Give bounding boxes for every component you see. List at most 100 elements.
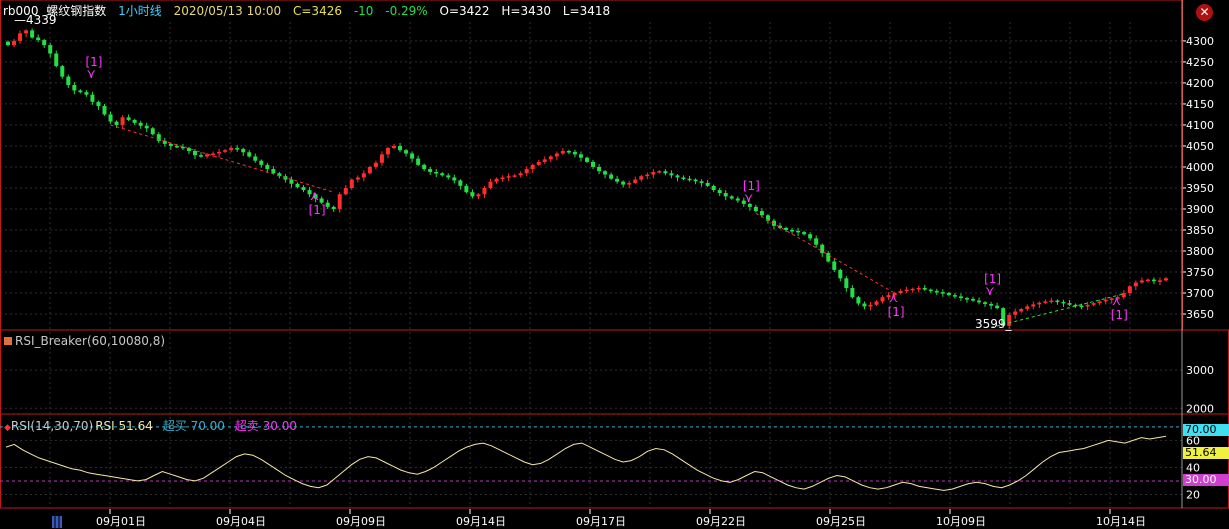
candle-body	[440, 173, 445, 176]
candle-body	[1139, 280, 1144, 283]
x-tick-label: 10月09日	[936, 515, 986, 528]
candle-body	[983, 302, 988, 304]
candle-body	[174, 145, 179, 148]
candle-body	[500, 177, 505, 179]
candle-body	[48, 45, 53, 54]
x-tick-label: 09月04日	[216, 515, 266, 528]
oversold-value: 30.00	[262, 419, 297, 433]
candle-body	[1164, 278, 1168, 281]
candle-body	[723, 193, 728, 197]
candle-body	[6, 41, 10, 46]
candle-body	[916, 287, 921, 290]
candle-body	[687, 178, 692, 181]
candle-body	[446, 175, 451, 178]
candle-body	[946, 293, 951, 296]
candle-body	[343, 187, 348, 195]
candle-body	[717, 190, 722, 194]
candle-body	[192, 150, 197, 156]
candle-body	[331, 206, 336, 209]
candle-body	[180, 146, 185, 149]
candle-body	[108, 114, 113, 122]
candle-body	[410, 153, 415, 159]
signal-label: [1]	[309, 203, 326, 217]
candle-body	[114, 121, 119, 125]
candle-body	[977, 300, 982, 303]
candle-body	[1103, 299, 1108, 302]
candle-body	[102, 106, 107, 115]
close-chart-icon[interactable]: ✕	[1196, 4, 1213, 21]
signal-arrow-down-icon: ⋎	[744, 191, 754, 206]
candle-body	[1079, 305, 1084, 308]
candle-body	[784, 227, 789, 230]
candle-body	[476, 194, 481, 197]
candle-body	[42, 40, 47, 46]
y-tick-label: 3000	[1186, 364, 1214, 377]
header-open: O=3422	[439, 4, 490, 18]
signal-arrow-down-icon: ⋎	[86, 67, 96, 82]
candle-body	[554, 153, 559, 157]
candle-body	[1091, 303, 1096, 305]
candle-body	[735, 198, 740, 201]
candle-body	[663, 171, 668, 174]
candle-body	[591, 161, 596, 167]
candle-body	[241, 148, 246, 153]
oversold-label: 超卖	[234, 419, 259, 433]
candle-body	[995, 305, 1000, 309]
candle-body	[138, 122, 143, 126]
rsi-line	[5, 435, 1167, 491]
candle-body	[422, 164, 427, 170]
candle-body	[1067, 303, 1072, 305]
y-tick-label: 4250	[1186, 56, 1214, 69]
x-tick-label: 09月22日	[696, 515, 746, 528]
candle-body	[566, 150, 571, 153]
candle-body	[838, 269, 843, 279]
indicator-square-icon	[4, 337, 12, 345]
signal-label: [1]	[888, 305, 905, 319]
candle-body	[1031, 304, 1036, 307]
candle-body	[790, 229, 795, 232]
candle-body	[398, 145, 403, 151]
candle-body	[826, 253, 831, 262]
candle-body	[578, 154, 583, 158]
header-low: L=3418	[562, 4, 611, 18]
candle-body	[693, 179, 698, 182]
candle-body	[24, 30, 29, 34]
x-tick-label: 09月01日	[96, 515, 146, 528]
header-period: 1小时线	[118, 4, 162, 18]
overbought-label: 超买	[162, 419, 187, 433]
y-tick-label: 4300	[1186, 35, 1214, 48]
candle-body	[470, 192, 475, 197]
candle-body	[12, 40, 17, 46]
candle-body	[30, 30, 35, 38]
candle-body	[952, 295, 957, 297]
candle-body	[259, 160, 264, 165]
candle-body	[699, 181, 704, 183]
candle-body	[126, 117, 131, 120]
scrollbar-thumb[interactable]	[52, 516, 62, 528]
candle-body	[36, 37, 41, 41]
candle-body	[229, 148, 234, 151]
candle-body	[168, 143, 173, 146]
rsi-title-label: RSI(14,30,70)	[10, 419, 94, 433]
candle-body	[217, 151, 222, 154]
candle-body	[223, 150, 228, 152]
candle-body	[820, 244, 825, 254]
candle-body	[934, 290, 939, 293]
candle-body	[337, 194, 342, 209]
signal-label: [1]	[1111, 308, 1128, 322]
candle-body	[90, 94, 95, 102]
candle-body	[361, 173, 366, 178]
candle-body	[1151, 279, 1156, 282]
candle-body	[211, 153, 216, 156]
y-tick-label: 3750	[1186, 266, 1214, 279]
candle-body	[711, 185, 716, 191]
header-symbol: rb000	[3, 4, 39, 18]
candle-body	[645, 174, 650, 177]
rsi-breaker-title: RSI_Breaker(60,10080,8)	[4, 334, 165, 348]
header-high: H=3430	[501, 4, 552, 18]
candle-body	[265, 164, 270, 170]
candle-body	[1145, 279, 1150, 282]
rsi-current-value: 51.64	[118, 419, 153, 433]
y-tick-label: 4050	[1186, 140, 1214, 153]
y-tick-label: 4100	[1186, 119, 1214, 132]
